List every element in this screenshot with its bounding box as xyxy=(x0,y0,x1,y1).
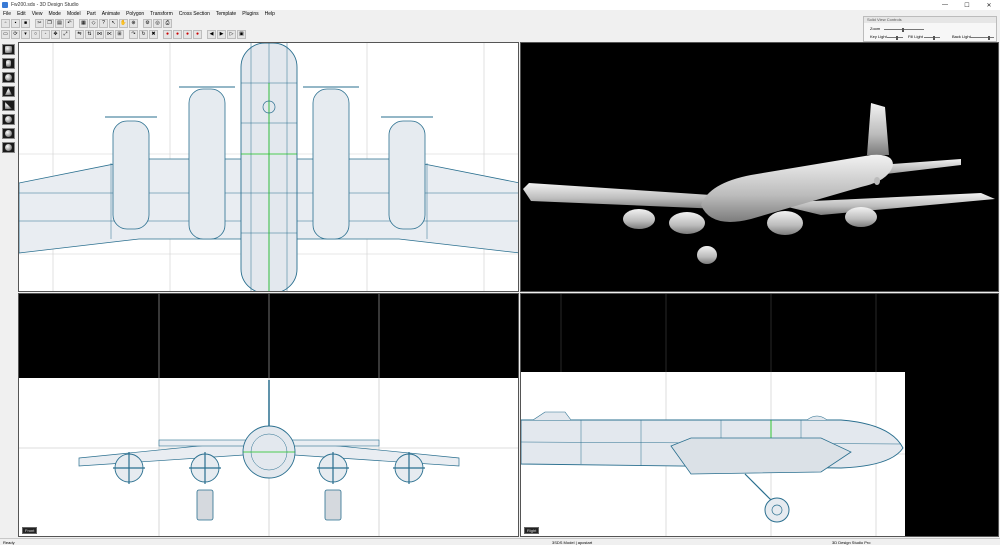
red-tool-3-icon[interactable]: ● xyxy=(183,30,192,39)
back-light-label: Back Light xyxy=(952,34,971,39)
solid-render xyxy=(521,43,998,291)
menu-mode[interactable]: Mode xyxy=(45,11,64,17)
menu-animate[interactable]: Animate xyxy=(99,11,123,17)
undo-icon[interactable]: ↶ xyxy=(65,18,74,28)
render-icon[interactable]: ◎ xyxy=(153,18,162,28)
wireframe-icon[interactable]: ◇ xyxy=(89,18,98,28)
top-view-wireframe xyxy=(19,43,518,291)
redo-icon[interactable]: ↷ xyxy=(129,30,138,39)
zoom-icon[interactable]: ⊕ xyxy=(129,18,138,28)
front-viewport-label: Front xyxy=(22,527,38,534)
play-back-icon[interactable]: ◀ xyxy=(207,30,216,39)
sphere-primitive-icon[interactable] xyxy=(2,72,15,83)
status-bar: Ready 3SDS Model | apostart 3D Design St… xyxy=(0,538,1000,545)
hand-icon[interactable]: ✋ xyxy=(119,18,128,28)
title-bar: Fw200.sds - 3D Design Studio — ☐ ✕ xyxy=(0,0,1000,10)
circle-icon[interactable]: ○ xyxy=(31,30,40,39)
main-toolbar: ▫ ▪ ■ ✂ ❐ ▤ ↶ ▦ ◇ ? ↖ ✋ ⊕ ⚙ ◎ ⎙ xyxy=(0,18,172,28)
pointer-icon[interactable]: ↖ xyxy=(109,18,118,28)
back-light-slider-knob[interactable] xyxy=(988,35,990,40)
delete-icon[interactable]: ✖ xyxy=(149,30,158,39)
menu-edit[interactable]: Edit xyxy=(14,11,29,17)
red-tool-2-icon[interactable]: ● xyxy=(173,30,182,39)
print-icon[interactable]: ⎙ xyxy=(163,18,172,28)
menu-template[interactable]: Template xyxy=(213,11,239,17)
open-folder-icon[interactable]: ▪ xyxy=(11,18,20,28)
help-icon[interactable]: ? xyxy=(99,18,108,28)
edit-toolbar: ▭ ⟳ ▾ ○ ◦ ✥ ⤢ ⇋ ⇅ ⋈ ⋉ ⊞ ↷ ↻ ✖ ● ● ● ● ◀ … xyxy=(0,29,246,40)
wedge-primitive-icon[interactable] xyxy=(2,100,15,111)
right-viewport-label: Right xyxy=(524,527,540,534)
select-icon[interactable]: ▭ xyxy=(1,30,10,39)
maximize-button[interactable]: ☐ xyxy=(956,0,978,10)
cut-icon[interactable]: ✂ xyxy=(35,18,44,28)
window-controls: — ☐ ✕ xyxy=(934,0,1000,10)
menu-model[interactable]: Model xyxy=(64,11,84,17)
cylinder-primitive-icon[interactable] xyxy=(2,58,15,69)
torus-primitive-icon[interactable] xyxy=(2,114,15,125)
menu-polygon[interactable]: Polygon xyxy=(123,11,147,17)
new-file-icon[interactable]: ▫ xyxy=(1,18,10,28)
close-button[interactable]: ✕ xyxy=(978,0,1000,10)
key-light-slider[interactable] xyxy=(887,35,903,40)
flip-icon[interactable]: ⇅ xyxy=(85,30,94,39)
camera-icon[interactable]: ▣ xyxy=(237,30,246,39)
red-tool-4-icon[interactable]: ● xyxy=(193,30,202,39)
extrude-icon[interactable]: ⊞ xyxy=(115,30,124,39)
zoom-label: Zoom xyxy=(870,26,881,31)
perspective-viewport[interactable] xyxy=(520,42,999,292)
settings-icon[interactable]: ⚙ xyxy=(143,18,152,28)
solid-view-controls: Solid View Controls Zoom Key Light Fill … xyxy=(863,16,997,42)
solid-view-controls-title: Solid View Controls xyxy=(864,17,996,23)
scale-icon[interactable]: ⤢ xyxy=(61,30,70,39)
red-tool-1-icon[interactable]: ● xyxy=(163,30,172,39)
play-forward-icon[interactable]: ▶ xyxy=(217,30,226,39)
menu-view[interactable]: View xyxy=(29,11,46,17)
fill-light-slider[interactable] xyxy=(924,35,940,40)
menu-file[interactable]: File xyxy=(0,11,14,17)
box-primitive-icon[interactable] xyxy=(2,44,15,55)
shaded-sphere-icon[interactable] xyxy=(2,128,15,139)
key-light-label: Key Light xyxy=(870,34,887,39)
menu-cross-section[interactable]: Cross Section xyxy=(176,11,213,17)
grid-icon[interactable]: ▦ xyxy=(79,18,88,28)
merge-icon[interactable]: ⋈ xyxy=(95,30,104,39)
fill-light-label: Fill Light xyxy=(908,34,923,39)
zoom-slider[interactable] xyxy=(884,27,924,32)
node-icon[interactable]: ◦ xyxy=(41,30,50,39)
menu-part[interactable]: Part xyxy=(84,11,99,17)
solid-tools-sidebar xyxy=(2,44,15,153)
fill-light-slider-knob[interactable] xyxy=(932,35,935,40)
zoom-slider-knob[interactable] xyxy=(902,27,904,32)
move-icon[interactable]: ✥ xyxy=(51,30,60,39)
rotate-icon[interactable]: ⟳ xyxy=(11,30,20,39)
minimize-button[interactable]: — xyxy=(934,0,956,10)
smooth-sphere-icon[interactable] xyxy=(2,142,15,153)
end-icon[interactable]: ▷ xyxy=(227,30,236,39)
window-title: Fw200.sds - 3D Design Studio xyxy=(11,2,79,8)
front-viewport[interactable]: Front xyxy=(18,293,519,537)
split-icon[interactable]: ⋉ xyxy=(105,30,114,39)
paste-icon[interactable]: ▤ xyxy=(55,18,64,28)
save-icon[interactable]: ■ xyxy=(21,18,30,28)
back-light-slider[interactable] xyxy=(970,35,994,40)
copy-icon[interactable]: ❐ xyxy=(45,18,54,28)
chevron-down-icon[interactable]: ▾ xyxy=(21,30,30,39)
key-light-slider-knob[interactable] xyxy=(895,35,898,40)
mirror-icon[interactable]: ⇋ xyxy=(75,30,84,39)
menu-help[interactable]: Help xyxy=(262,11,278,17)
menu-plugins[interactable]: Plugins xyxy=(239,11,261,17)
top-viewport[interactable] xyxy=(18,42,519,292)
refresh-icon[interactable]: ↻ xyxy=(139,30,148,39)
front-view-wireframe xyxy=(19,294,518,536)
right-viewport[interactable]: Right xyxy=(520,293,999,537)
app-icon xyxy=(2,2,8,8)
side-view-wireframe xyxy=(521,294,998,536)
menu-bar: File Edit View Mode Model Part Animate P… xyxy=(0,10,860,18)
cone-primitive-icon[interactable] xyxy=(2,86,15,97)
menu-transform[interactable]: Transform xyxy=(147,11,176,17)
